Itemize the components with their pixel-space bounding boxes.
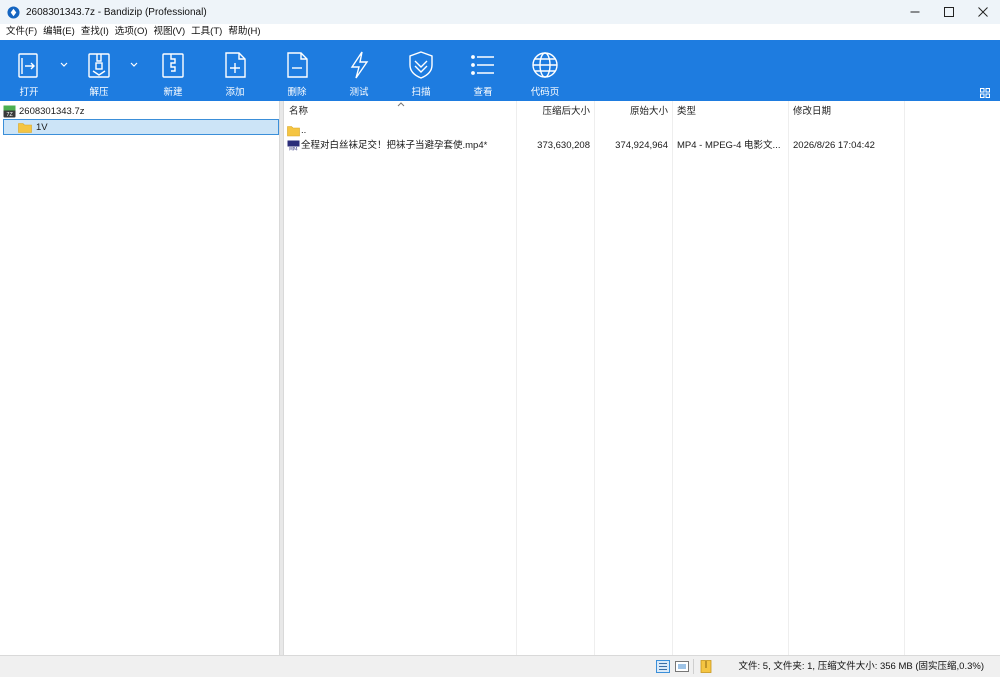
- view-list-icon: [471, 55, 494, 75]
- tree-root-label: 2608301343.7z: [19, 105, 85, 117]
- test-bolt-icon: [350, 51, 369, 79]
- column-original-size[interactable]: 原始大小: [598, 101, 668, 121]
- test-button[interactable]: 测试: [336, 40, 382, 101]
- scan-button[interactable]: 扫描: [398, 40, 444, 101]
- view-button[interactable]: 查看: [460, 40, 506, 101]
- status-separator: [693, 659, 694, 674]
- add-label: 添加: [225, 87, 245, 98]
- window-title: 2608301343.7z - Bandizip (Professional): [26, 6, 207, 18]
- minimize-icon: [910, 11, 920, 13]
- 7z-archive-icon: 7Z: [3, 105, 16, 118]
- toolbar: 打开 解压 新建 添加 删除 测试 扫描 查看 代码页: [0, 40, 1000, 101]
- view-label: 查看: [473, 87, 493, 98]
- codepage-button[interactable]: 代码页: [522, 40, 568, 101]
- column-divider: [672, 101, 673, 655]
- tree-item-1v[interactable]: 1V: [3, 119, 279, 135]
- minimize-button[interactable]: [898, 0, 932, 24]
- column-type[interactable]: 类型: [677, 101, 696, 121]
- menu-bar: 文件(F) 编辑(E) 查找(I) 选项(O) 视图(V) 工具(T) 帮助(H…: [0, 24, 1000, 40]
- open-label: 打开: [19, 87, 39, 98]
- codepage-globe-icon: [532, 52, 558, 78]
- new-archive-button[interactable]: 新建: [150, 40, 196, 101]
- column-divider: [904, 101, 905, 655]
- status-bar: 文件: 5, 文件夹: 1, 压缩文件大小: 356 MB (固实压缩,0.3%…: [0, 655, 1000, 677]
- add-button[interactable]: 添加: [212, 40, 258, 101]
- file-original-size: 374,924,964: [615, 140, 668, 151]
- extract-button[interactable]: 解压: [76, 40, 122, 101]
- extract-dropdown[interactable]: [129, 59, 139, 69]
- menu-options[interactable]: 选项(O): [112, 24, 151, 40]
- sort-ascending-icon: [397, 102, 405, 107]
- menu-view[interactable]: 视图(V): [151, 24, 189, 40]
- chevron-down-icon: [60, 62, 68, 67]
- svg-text:MP4: MP4: [289, 147, 298, 152]
- table-row[interactable]: MP4 全程对白丝袜足交！把袜子当避孕套使.mp4* 373,630,208 3…: [284, 138, 1000, 154]
- extract-label: 解压: [89, 87, 109, 98]
- folder-tree: 7Z 2608301343.7z 1V: [0, 101, 280, 655]
- delete-button[interactable]: 删除: [274, 40, 320, 101]
- table-row[interactable]: ..: [284, 123, 1000, 139]
- maximize-icon: [944, 7, 954, 17]
- tree-item-label: 1V: [36, 121, 48, 133]
- status-text: 文件: 5, 文件夹: 1, 压缩文件大小: 356 MB (固实压缩,0.3%…: [738, 661, 984, 672]
- menu-edit[interactable]: 编辑(E): [40, 24, 78, 40]
- scan-label: 扫描: [411, 87, 431, 98]
- folder-up-icon: [287, 126, 300, 137]
- file-modified: 2026/8/26 17:04:42: [793, 140, 875, 151]
- new-archive-label: 新建: [163, 87, 183, 98]
- menu-find[interactable]: 查找(I): [78, 24, 112, 40]
- file-type: MP4 - MPEG-4 电影文...: [677, 140, 781, 151]
- menu-tools[interactable]: 工具(T): [188, 24, 225, 40]
- folder-icon: [18, 122, 32, 133]
- close-button[interactable]: [966, 0, 1000, 24]
- title-bar: 2608301343.7z - Bandizip (Professional): [0, 0, 1000, 24]
- delete-file-icon: [287, 52, 308, 78]
- preview-view-icon[interactable]: [675, 660, 689, 673]
- archive-info-icon[interactable]: [699, 660, 713, 673]
- open-archive-icon: [18, 53, 38, 78]
- list-header: 名称 压缩后大小 原始大小 类型 修改日期: [284, 101, 1000, 121]
- file-packed-size: 373,630,208: [537, 140, 590, 151]
- menu-file[interactable]: 文件(F): [3, 24, 40, 40]
- new-archive-icon: [162, 53, 184, 78]
- bandizip-app-icon: [7, 5, 20, 19]
- maximize-button[interactable]: [932, 0, 966, 24]
- grid-icon: [980, 88, 990, 98]
- codepage-label: 代码页: [530, 87, 560, 98]
- close-icon: [978, 7, 988, 17]
- test-label: 测试: [349, 87, 369, 98]
- file-name: 全程对白丝袜足交！把袜子当避孕套使.mp4*: [301, 140, 488, 151]
- file-name: ..: [301, 125, 307, 136]
- column-modified[interactable]: 修改日期: [793, 101, 831, 121]
- menu-help[interactable]: 帮助(H): [225, 24, 263, 40]
- delete-label: 删除: [287, 87, 307, 98]
- layout-toggle-button[interactable]: [980, 88, 991, 99]
- tree-root-archive[interactable]: 7Z 2608301343.7z: [3, 103, 85, 119]
- column-divider: [594, 101, 595, 655]
- file-list: 名称 压缩后大小 原始大小 类型 修改日期 .. MP4 全程对白丝袜足交！把袜…: [284, 101, 1000, 655]
- chevron-down-icon: [130, 62, 138, 67]
- open-button[interactable]: 打开: [6, 40, 52, 101]
- mp4-file-icon: MP4: [287, 140, 300, 152]
- column-divider: [788, 101, 789, 655]
- column-packed-size[interactable]: 压缩后大小: [520, 101, 590, 121]
- add-file-icon: [225, 52, 246, 78]
- details-view-icon[interactable]: [656, 660, 670, 673]
- column-divider: [516, 101, 517, 655]
- open-dropdown[interactable]: [59, 59, 69, 69]
- svg-text:7Z: 7Z: [6, 112, 13, 118]
- extract-icon: [88, 53, 110, 78]
- column-name[interactable]: 名称: [289, 101, 308, 121]
- scan-shield-icon: [409, 51, 433, 79]
